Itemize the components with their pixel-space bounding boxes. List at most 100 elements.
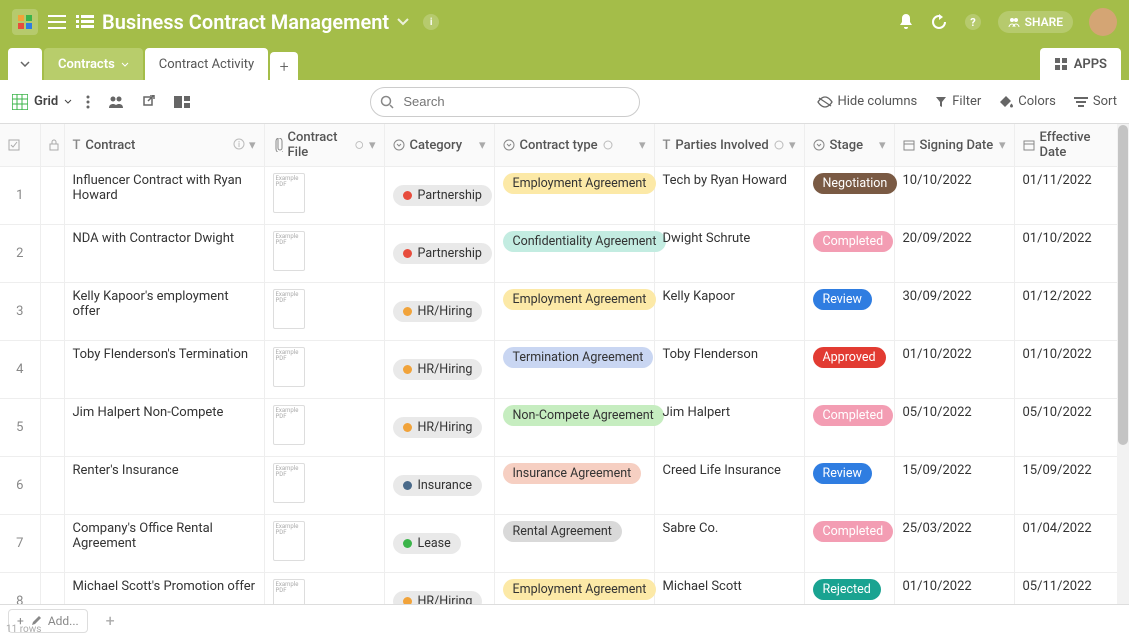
table-row[interactable]: 4 Toby Flenderson's Termination ExampleP… (0, 341, 1129, 399)
type-cell[interactable]: Non-Compete Agreement (494, 399, 654, 457)
file-thumb[interactable]: ExamplePDF (273, 173, 305, 213)
hamburger-icon[interactable] (48, 15, 66, 29)
effective-cell[interactable]: 05/10/2022 (1014, 399, 1129, 457)
parties-cell[interactable]: Michael Scott (654, 573, 804, 605)
views-dropdown[interactable] (8, 48, 42, 80)
chevron-down-icon[interactable]: ▾ (249, 138, 256, 153)
help-icon[interactable]: ? (964, 13, 982, 31)
file-thumb[interactable]: ExamplePDF (273, 231, 305, 271)
contract-cell[interactable]: Influencer Contract with Ryan Howard (64, 167, 264, 225)
stage-cell[interactable]: Completed (804, 225, 894, 283)
apps-button[interactable]: APPS (1040, 48, 1121, 80)
effective-cell[interactable]: 01/10/2022 (1014, 341, 1129, 399)
category-cell[interactable]: HR/Hiring (384, 283, 494, 341)
parties-cell[interactable]: Dwight Schrute (654, 225, 804, 283)
parties-cell[interactable]: Tech by Ryan Howard (654, 167, 804, 225)
contract-cell[interactable]: Renter's Insurance (64, 457, 264, 515)
parties-cell[interactable]: Kelly Kapoor (654, 283, 804, 341)
file-thumb[interactable]: ExamplePDF (273, 521, 305, 561)
stage-cell[interactable]: Completed (804, 399, 894, 457)
chevron-down-icon[interactable]: ▾ (369, 138, 376, 153)
col-category[interactable]: Category▾ (384, 124, 494, 167)
file-cell[interactable]: ExamplePDF (264, 399, 384, 457)
signing-cell[interactable]: 01/10/2022 (894, 341, 1014, 399)
stage-cell[interactable]: Rejected (804, 573, 894, 605)
people-icon[interactable] (104, 92, 128, 112)
category-cell[interactable]: Partnership (384, 167, 494, 225)
category-cell[interactable]: Partnership (384, 225, 494, 283)
category-cell[interactable]: Insurance (384, 457, 494, 515)
chevron-down-icon[interactable] (397, 18, 409, 26)
grid-view-button[interactable]: Grid (12, 94, 72, 110)
category-cell[interactable]: HR/Hiring (384, 399, 494, 457)
stage-cell[interactable]: Review (804, 283, 894, 341)
parties-cell[interactable]: Jim Halpert (654, 399, 804, 457)
parties-cell[interactable]: Toby Flenderson (654, 341, 804, 399)
stage-cell[interactable]: Completed (804, 515, 894, 573)
effective-cell[interactable]: 01/10/2022 (1014, 225, 1129, 283)
signing-cell[interactable]: 15/09/2022 (894, 457, 1014, 515)
filter-button[interactable]: Filter (935, 94, 981, 109)
category-cell[interactable]: HR/Hiring (384, 573, 494, 605)
stage-cell[interactable]: Review (804, 457, 894, 515)
chevron-down-icon[interactable]: ▾ (789, 138, 796, 153)
file-cell[interactable]: ExamplePDF (264, 341, 384, 399)
file-cell[interactable]: ExamplePDF (264, 457, 384, 515)
table-row[interactable]: 5 Jim Halpert Non-Compete ExamplePDF HR/… (0, 399, 1129, 457)
type-cell[interactable]: Employment Agreement (494, 283, 654, 341)
select-all-header[interactable] (0, 124, 40, 167)
chevron-down-icon[interactable]: ▾ (639, 138, 646, 153)
contract-cell[interactable]: NDA with Contractor Dwight (64, 225, 264, 283)
scrollbar-thumb[interactable] (1118, 125, 1128, 445)
colors-button[interactable]: Colors (999, 94, 1056, 109)
table-row[interactable]: 2 NDA with Contractor Dwight ExamplePDF … (0, 225, 1129, 283)
signing-cell[interactable]: 25/03/2022 (894, 515, 1014, 573)
table-row[interactable]: 3 Kelly Kapoor's employment offer Exampl… (0, 283, 1129, 341)
search-input[interactable] (370, 87, 640, 117)
table-row[interactable]: 8 Michael Scott's Promotion offer Exampl… (0, 573, 1129, 605)
stage-cell[interactable]: Approved (804, 341, 894, 399)
more-icon[interactable] (82, 91, 94, 113)
info-icon[interactable]: i (423, 14, 439, 30)
file-thumb[interactable]: ExamplePDF (273, 579, 305, 604)
category-cell[interactable]: Lease (384, 515, 494, 573)
chevron-down-icon[interactable]: ▾ (479, 138, 486, 153)
signing-cell[interactable]: 01/10/2022 (894, 573, 1014, 605)
add-view-button[interactable]: + (270, 52, 298, 80)
vertical-scrollbar[interactable] (1117, 124, 1129, 604)
parties-cell[interactable]: Creed Life Insurance (654, 457, 804, 515)
type-cell[interactable]: Employment Agreement (494, 167, 654, 225)
type-cell[interactable]: Rental Agreement (494, 515, 654, 573)
export-icon[interactable] (138, 91, 160, 113)
hide-columns-button[interactable]: Hide columns (817, 94, 918, 109)
history-icon[interactable] (930, 13, 948, 31)
signing-cell[interactable]: 05/10/2022 (894, 399, 1014, 457)
col-contract-type[interactable]: Contract type▾ (494, 124, 654, 167)
file-cell[interactable]: ExamplePDF (264, 515, 384, 573)
signing-cell[interactable]: 20/09/2022 (894, 225, 1014, 283)
col-stage[interactable]: Stage▾ (804, 124, 894, 167)
effective-cell[interactable]: 01/04/2022 (1014, 515, 1129, 573)
file-cell[interactable]: ExamplePDF (264, 283, 384, 341)
parties-cell[interactable]: Sabre Co. (654, 515, 804, 573)
contract-cell[interactable]: Michael Scott's Promotion offer (64, 573, 264, 605)
page-title[interactable]: Business Contract Management i (102, 10, 439, 34)
share-button[interactable]: SHARE (998, 11, 1073, 33)
signing-cell[interactable]: 30/09/2022 (894, 283, 1014, 341)
file-thumb[interactable]: ExamplePDF (273, 463, 305, 503)
file-cell[interactable]: ExamplePDF (264, 167, 384, 225)
chevron-down-icon[interactable]: ▾ (999, 138, 1006, 153)
card-icon[interactable] (170, 92, 194, 112)
file-thumb[interactable]: ExamplePDF (273, 289, 305, 329)
signing-cell[interactable]: 10/10/2022 (894, 167, 1014, 225)
file-cell[interactable]: ExamplePDF (264, 225, 384, 283)
effective-cell[interactable]: 05/11/2022 (1014, 573, 1129, 605)
table-row[interactable]: 7 Company's Office Rental Agreement Exam… (0, 515, 1129, 573)
add-field-button[interactable]: + (98, 611, 123, 630)
type-cell[interactable]: Insurance Agreement (494, 457, 654, 515)
sort-button[interactable]: Sort (1074, 94, 1117, 109)
effective-cell[interactable]: 15/09/2022 (1014, 457, 1129, 515)
info-icon[interactable]: i (233, 138, 245, 150)
contract-cell[interactable]: Toby Flenderson's Termination (64, 341, 264, 399)
avatar[interactable] (1089, 8, 1117, 36)
